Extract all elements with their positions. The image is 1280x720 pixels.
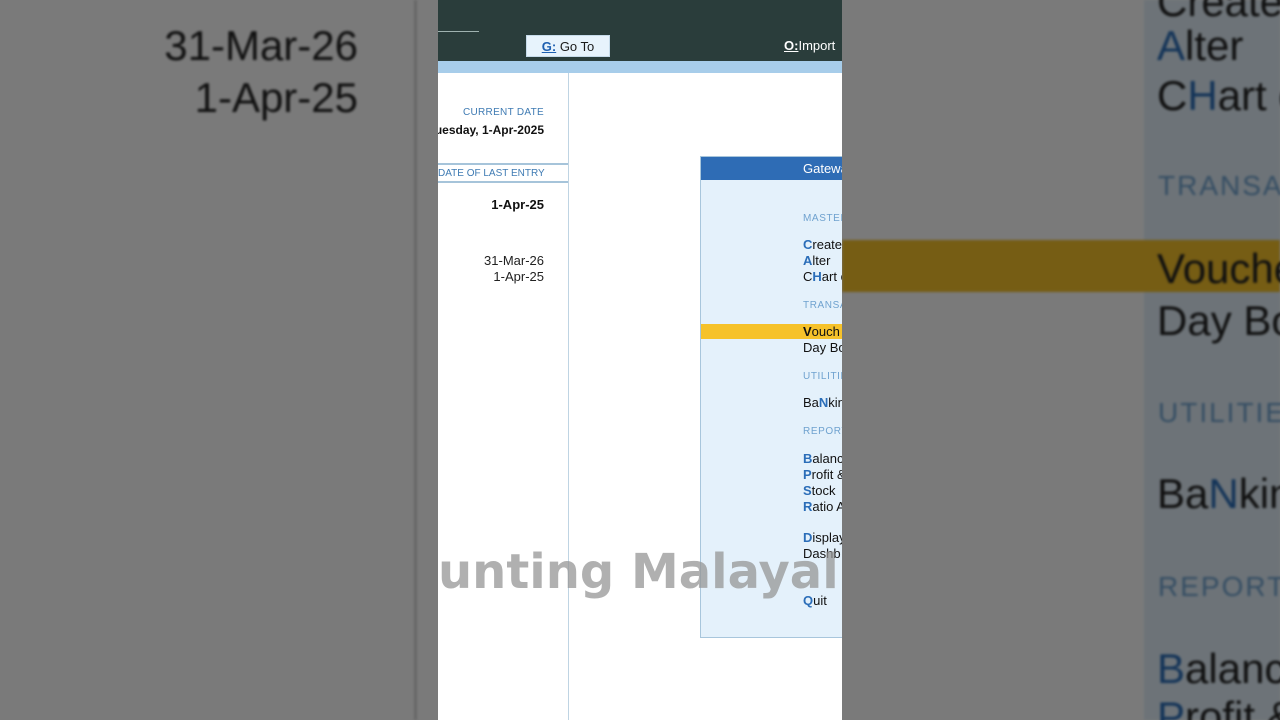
channel-watermark: unting Malayal <box>438 544 839 600</box>
gateway-title: Gatewa <box>701 157 842 180</box>
menu-item-daybook[interactable]: Day Bo <box>803 340 842 355</box>
background-profit: Profit & <box>1157 693 1280 720</box>
import-label: Import <box>798 38 836 53</box>
toolbar-divider <box>438 31 479 32</box>
menu-item-alter[interactable]: Alter <box>803 253 830 268</box>
current-date-label: CURRENT DATE <box>462 107 544 118</box>
last-entry-label: DATE OF LAST ENTRY <box>438 163 568 183</box>
import-shortcut-key: O: <box>784 38 799 53</box>
menu-item-vouchers[interactable]: Vouch <box>803 324 840 339</box>
current-date-value[interactable]: uesday, 1-Apr-2025 <box>438 123 544 137</box>
background-alter: Alter <box>1157 22 1244 69</box>
background-banking: BaNkin <box>1157 470 1280 517</box>
menu-item-chart[interactable]: CHart o <box>803 269 842 284</box>
menu-item-stock-summary[interactable]: Stock <box>803 483 836 498</box>
background-divider <box>414 0 417 720</box>
background-vouchers: Vouche <box>1157 245 1280 292</box>
top-toolbar: G: Go To O:Import <box>438 0 842 61</box>
company-info-panel: CURRENT DATE uesday, 1-Apr-2025 DATE OF … <box>438 73 569 720</box>
section-reports: REPORT <box>803 426 842 437</box>
last-entry-value: 1-Apr-25 <box>491 197 544 212</box>
goto-label: Go To <box>559 38 595 54</box>
menu-item-banking[interactable]: BaNkin <box>803 395 842 410</box>
background-utilities-section: UTILITIE <box>1158 397 1280 428</box>
goto-button[interactable]: G: Go To <box>526 35 610 57</box>
background-balance: Balanc <box>1157 645 1280 692</box>
background-chart: CHart o <box>1157 72 1280 119</box>
goto-shortcut-key: G: <box>541 38 557 54</box>
import-button[interactable]: O:Import <box>784 38 835 53</box>
menu-item-ratio-analysis[interactable]: Ratio A <box>803 499 842 514</box>
background-transactions-section: TRANSA <box>1158 170 1280 201</box>
period-to-date: 31-Mar-26 <box>484 253 544 268</box>
background-left-panel: 31-Mar-26 1-Apr-25 <box>0 0 438 720</box>
background-period-to: 31-Mar-26 <box>164 22 358 69</box>
app-window: G: Go To O:Import CURRENT DATE uesday, 1… <box>438 0 842 720</box>
background-period-from: 1-Apr-25 <box>194 74 358 121</box>
header-accent-bar <box>438 61 842 73</box>
menu-item-display[interactable]: Display <box>803 530 842 545</box>
section-utilities: UTILITIE <box>803 371 842 382</box>
section-transactions: TRANSA <box>803 300 842 311</box>
menu-item-balance-sheet[interactable]: Balanc <box>803 451 842 466</box>
menu-item-create[interactable]: Create <box>803 237 842 252</box>
background-reports-section: REPORT <box>1158 571 1280 602</box>
period-from-date: 1-Apr-25 <box>493 269 544 284</box>
menu-item-profit-loss[interactable]: Profit & <box>803 467 842 482</box>
section-masters: MASTER <box>803 213 842 224</box>
background-right-panel: Create Alter CHart o TRANSA Vouche Day B… <box>842 0 1280 720</box>
background-daybook: Day Bo <box>1157 297 1280 344</box>
